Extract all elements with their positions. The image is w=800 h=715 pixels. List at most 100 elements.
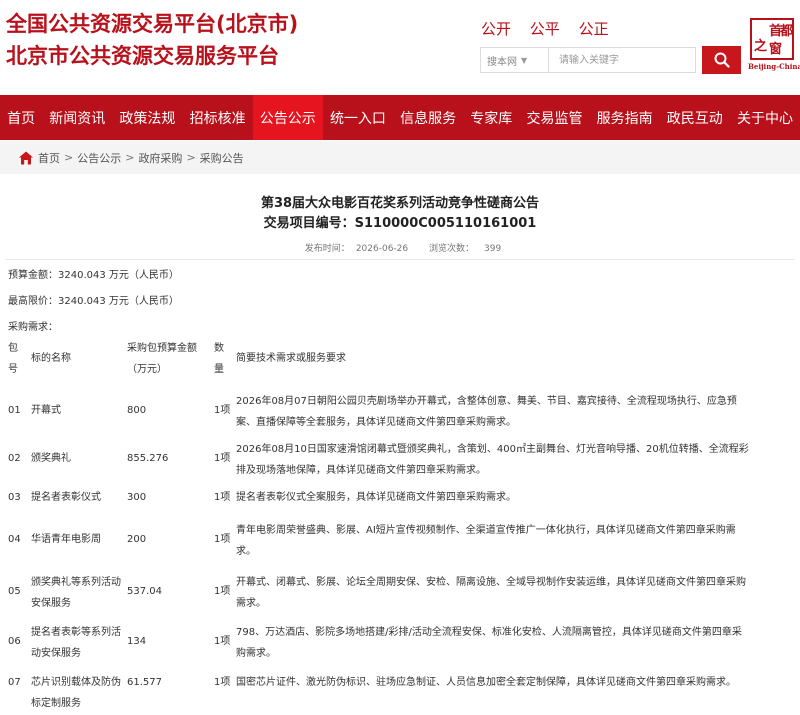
slogan-open: 公开 [481,20,512,38]
nav-item[interactable]: 新闻资讯 [42,95,112,140]
item-name: 开幕式 [31,402,131,419]
header-text: （万元） [127,364,167,375]
col-header-package-no: 包 号 [8,340,28,378]
col-header-qty: 数 量 [214,340,234,378]
package-number: 02 [8,453,21,464]
package-number: 05 [8,586,21,597]
nav-item[interactable]: 服务指南 [590,95,660,140]
logo-char: 之 [754,39,768,54]
item-name: 颁奖典礼等系列活动 安保服务 [31,574,131,612]
nav-item[interactable]: 首页 [0,95,42,140]
nav-item[interactable]: 政策法规 [112,95,182,140]
breadcrumb-separator: > [64,151,74,164]
project-code: 交易项目编号：S110000C005110161001 [263,216,537,231]
item-name-line: 动安保服务 [31,648,81,659]
nav-item[interactable]: 关于中心 [730,95,800,140]
description-cell: 798、万达酒店、影院多场地搭建/彩排/活动全流程安保、标准化安检、人流隔离管控… [236,624,792,662]
breadcrumb-separator: > [125,151,135,164]
main-nav: 首页 新闻资讯 政策法规 招标核准 公告公示 统一入口 信息服务 专家库 交易监管 服务指南 政民互… [0,95,800,140]
nav-item[interactable]: 统一入口 [323,95,393,140]
package-number: 04 [8,534,21,545]
budget-amount-cell: 855.276 [127,453,169,464]
item-name-line: 颁奖典礼等系列活动 [31,577,121,588]
item-name: 提名者表彰仪式 [31,489,131,506]
item-name: 华语青年电影周 [31,531,131,548]
budget-amount-cell: 300 [127,492,147,503]
description-cell: 青年电影周荣誉盛典、影展、AI短片宣传视频制作、全渠道宣传推广一体化执行，具体详… [236,522,792,560]
col-header-description: 简要技术需求或服务要求 [236,353,346,364]
description-line: 需求。 [236,598,266,609]
search-input[interactable] [549,48,695,72]
header-text: 数 [214,343,224,354]
item-name: 颁奖典礼 [31,450,131,467]
description-cell: 2026年08月10日国家速滑馆闭幕式暨颁奖典礼，含策划、400㎡主副舞台、灯光… [236,441,792,479]
quantity-cell: 1项 [214,492,231,503]
package-number: 03 [8,492,21,503]
package-number: 07 [8,677,21,688]
item-name-line: 提名者表彰仪式 [31,492,101,503]
publish-date: 2026-06-26 [355,244,409,254]
site-title-line2: 北京市公共资源交易服务平台 [6,44,279,68]
description-cell: 提名者表彰仪式全案服务，具体详见磋商文件第四章采购需求。 [236,489,792,506]
breadcrumb-procurement-notice[interactable]: 采购公告 [200,150,244,166]
home-icon [19,151,33,164]
description-line: 案、直播保障等全套服务，具体详见磋商文件第四章采购需求。 [236,417,516,428]
nav-item[interactable]: 专家库 [463,95,519,140]
nav-item[interactable]: 交易监管 [519,95,589,140]
quantity-cell: 1项 [214,636,231,647]
search-scope-value: 搜本网 [487,56,517,68]
quantity-cell: 1项 [214,586,231,597]
item-name-line: 开幕式 [31,405,61,416]
description-line: 购需求。 [236,648,276,659]
description-cell: 2026年08月07日朝阳公园贝壳剧场举办开幕式，含整体创意、舞美、节目、嘉宾接… [236,393,792,431]
description-cell: 国密芯片证件、激光防伪标识、驻场应急制证、人员信息加密全套定制保障，具体详见磋商… [236,674,792,691]
description-line: 2026年08月10日国家速滑馆闭幕式暨颁奖典礼，含策划、400㎡主副舞台、灯光… [236,444,749,455]
description-line: 求。 [236,546,256,557]
budget-amount-cell: 200 [127,534,147,545]
requirements-label: 采购需求： [8,322,58,333]
description-cell: 开幕式、闭幕式、影展、论坛全周期安保、安检、隔离设施、全域导视制作安装运维，具体… [236,574,792,612]
item-name-line: 芯片识别载体及防伪 [31,677,121,688]
quantity-cell: 1项 [214,453,231,464]
description-line: 国密芯片证件、激光防伪标识、驻场应急制证、人员信息加密全套定制保障，具体详见磋商… [236,677,736,688]
logo-subtitle: Beijing-China [748,62,800,71]
nav-item[interactable]: 信息服务 [393,95,463,140]
nav-item[interactable]: 公告公示 [252,95,323,140]
description-line: 提名者表彰仪式全案服务，具体详见磋商文件第四章采购需求。 [236,492,516,503]
description-line: 开幕式、闭幕式、影展、论坛全周期安保、安检、隔离设施、全域导视制作安装运维，具体… [236,577,746,588]
item-name-line: 华语青年电影周 [31,534,101,545]
description-line: 798、万达酒店、影院多场地搭建/彩排/活动全流程安保、标准化安检、人流隔离管控… [236,627,742,638]
breadcrumb-announcements[interactable]: 公告公示 [77,150,121,166]
item-name-line: 安保服务 [31,598,71,609]
header-text: 包 [8,343,18,354]
divider [6,259,794,260]
quantity-cell: 1项 [214,677,231,688]
breadcrumb-gov-procurement[interactable]: 政府采购 [138,150,182,166]
header-text: 量 [214,364,224,375]
quantity-cell: 1项 [214,534,231,545]
logo-emblem: 首 都 之 窗 [750,18,794,60]
breadcrumb-home[interactable]: 首页 [38,150,60,166]
budget-amount-cell: 134 [127,636,147,647]
publish-label: 发布时间： [304,244,350,254]
col-header-amount: 采购包预算金额 （万元） [127,340,211,378]
header-text: 号 [8,364,18,375]
item-name: 芯片识别载体及防伪 标定制服务 [31,674,131,712]
beijing-china-logo[interactable]: 首 都 之 窗 Beijing-China [748,18,800,72]
site-title-line1: 全国公共资源交易平台(北京市) [6,12,299,36]
views-label: 浏览次数： [429,244,475,254]
budget-amount-cell: 800 [127,405,147,416]
logo-char: 都 [780,24,794,39]
quantity-cell: 1项 [214,405,231,416]
nav-item[interactable]: 政民互动 [660,95,730,140]
header-text: 采购包预算金额 [127,343,197,354]
slogan-just: 公正 [578,20,609,38]
description-line: 青年电影周荣誉盛典、影展、AI短片宣传视频制作、全渠道宣传推广一体化执行，具体详… [236,525,736,536]
logo-char: 窗 [769,42,783,57]
max-price: 最高限价：3240.043 万元（人民币） [8,296,179,307]
search-scope-select[interactable]: 搜本网 ▼ [481,48,549,72]
article-title: 第38届大众电影百花奖系列活动竞争性磋商公告 [260,196,540,211]
nav-item[interactable]: 招标核准 [183,95,253,140]
search-button[interactable] [702,46,741,74]
col-header-name: 标的名称 [31,353,71,364]
